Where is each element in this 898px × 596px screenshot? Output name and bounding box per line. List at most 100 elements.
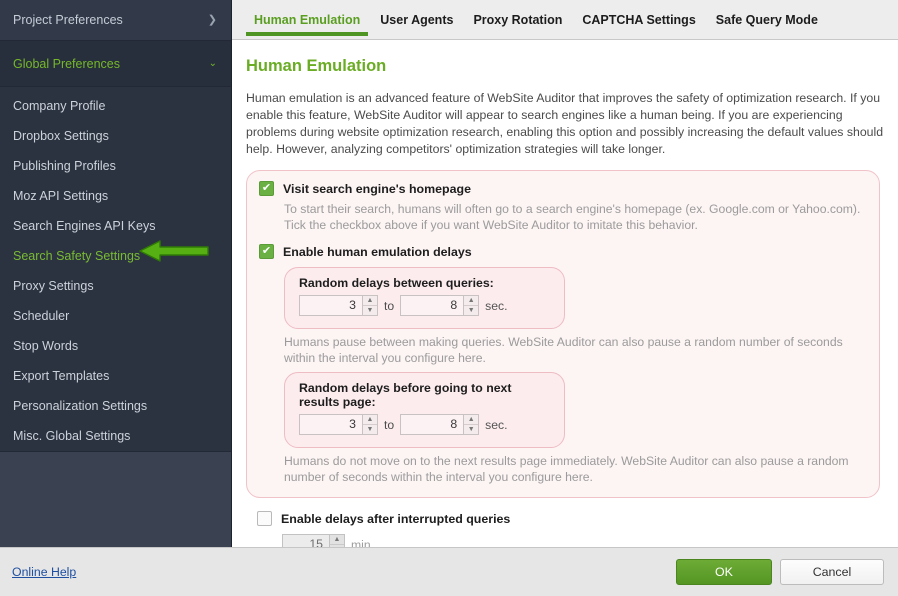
tab-label: Safe Query Mode xyxy=(715,13,818,27)
between-queries-range: ▲ ▼ to ▲ ▼ xyxy=(299,295,550,316)
sidebar-item-export-templates[interactable]: Export Templates xyxy=(0,361,231,391)
spin-up-icon[interactable]: ▲ xyxy=(363,415,377,425)
next-results-page-from-spin-buttons[interactable]: ▲ ▼ xyxy=(362,415,377,434)
visit-homepage-checkbox[interactable]: ✔ xyxy=(259,181,274,196)
sidebar-item-label: Scheduler xyxy=(13,309,70,323)
ok-button[interactable]: OK xyxy=(676,559,772,585)
between-queries-to-input[interactable] xyxy=(401,296,464,315)
sidebar-item-label: Publishing Profiles xyxy=(13,159,116,173)
visit-homepage-hint: To start their search, humans will often… xyxy=(284,202,861,232)
spin-up-icon[interactable]: ▲ xyxy=(464,415,479,425)
interrupted-queries-block: Enable delays after interrupted queries … xyxy=(246,511,884,547)
tab-safe-query-mode[interactable]: Safe Query Mode xyxy=(706,1,828,39)
preferences-dialog: Project Preferences ❯ Global Preferences… xyxy=(0,0,898,596)
next-results-page-to-spin-buttons[interactable]: ▲ ▼ xyxy=(463,415,479,435)
tab-label: CAPTCHA Settings xyxy=(582,13,696,27)
between-queries-label: Random delays between queries: xyxy=(299,276,494,290)
sidebar-section-global-preferences[interactable]: Global Preferences ⌄ xyxy=(0,41,231,87)
enable-delays-row[interactable]: ✔ Enable human emulation delays xyxy=(259,244,867,259)
sidebar-item-label: Personalization Settings xyxy=(13,399,148,413)
next-page-subgroup: Random delays before going to next resul… xyxy=(284,372,565,448)
tab-proxy-rotation[interactable]: Proxy Rotation xyxy=(463,1,572,39)
page-title: Human Emulation xyxy=(246,57,387,75)
next-results-page-to-word: to xyxy=(384,417,395,432)
interrupted-queries-row[interactable]: Enable delays after interrupted queries xyxy=(257,511,884,526)
enable-delays-label: Enable human emulation delays xyxy=(283,244,472,259)
spin-down-icon[interactable]: ▼ xyxy=(464,306,478,316)
sidebar-item-dropbox-settings[interactable]: Dropbox Settings xyxy=(0,121,231,151)
visit-homepage-row[interactable]: ✔ Visit search engine's homepage xyxy=(259,181,867,196)
check-icon: ✔ xyxy=(261,245,272,257)
between-queries-to-spin-buttons[interactable]: ▲ ▼ xyxy=(463,296,479,316)
spin-up-icon[interactable]: ▲ xyxy=(330,535,344,545)
sidebar-item-label: Stop Words xyxy=(13,339,79,353)
check-icon: ✔ xyxy=(261,182,272,194)
interrupted-queries-spin-buttons[interactable]: ▲ ▼ xyxy=(329,535,344,547)
between-queries-from-spin-buttons[interactable]: ▲ ▼ xyxy=(362,296,377,315)
sidebar-item-search-engines-api-keys[interactable]: Search Engines API Keys xyxy=(0,211,231,241)
online-help-link[interactable]: Online Help xyxy=(12,565,76,579)
sidebar-section-global-label: Global Preferences xyxy=(13,56,121,71)
tab-user-agents[interactable]: User Agents xyxy=(370,1,463,39)
visit-homepage-label: Visit search engine's homepage xyxy=(283,181,471,196)
sidebar-item-personalization-settings[interactable]: Personalization Settings xyxy=(0,391,231,421)
sidebar-item-proxy-settings[interactable]: Proxy Settings xyxy=(0,271,231,301)
spin-down-icon[interactable]: ▼ xyxy=(363,425,377,435)
between-queries-from-input[interactable] xyxy=(300,296,362,315)
tab-label: Human Emulation xyxy=(254,13,361,27)
human-emulation-group: ✔ Visit search engine's homepage To star… xyxy=(246,170,880,498)
sidebar-item-label: Dropbox Settings xyxy=(13,129,109,143)
tab-content: Human Emulation Human emulation is an ad… xyxy=(232,40,898,547)
dialog-footer: Online Help OK Cancel xyxy=(0,547,898,596)
interrupted-queries-input[interactable] xyxy=(283,535,329,547)
sidebar-section-project-preferences[interactable]: Project Preferences ❯ xyxy=(0,0,231,41)
chevron-right-icon: ❯ xyxy=(207,13,217,26)
spin-down-icon[interactable]: ▼ xyxy=(330,545,344,547)
next-results-page-from-input[interactable] xyxy=(300,415,362,434)
sidebar-section-project-label: Project Preferences xyxy=(13,13,123,27)
sidebar-item-label: Search Engines API Keys xyxy=(13,219,156,233)
sidebar-item-search-safety-settings[interactable]: Search Safety Settings xyxy=(0,241,231,271)
sidebar-item-label: Export Templates xyxy=(13,369,110,383)
sidebar-item-scheduler[interactable]: Scheduler xyxy=(0,301,231,331)
spin-down-icon[interactable]: ▼ xyxy=(464,425,478,435)
enable-delays-checkbox[interactable]: ✔ xyxy=(259,244,274,259)
tab-captcha-settings[interactable]: CAPTCHA Settings xyxy=(572,1,705,39)
next-results-page-to-stepper[interactable]: ▲ ▼ xyxy=(400,414,480,435)
next-results-page-range: ▲ ▼ to ▲ ▼ xyxy=(299,414,550,435)
sidebar-item-label: Company Profile xyxy=(13,99,106,113)
intro-paragraph: Human emulation is an advanced feature o… xyxy=(246,91,884,156)
interrupted-queries-label: Enable delays after interrupted queries xyxy=(281,511,511,526)
spin-up-icon[interactable]: ▲ xyxy=(464,296,479,306)
tab-human-emulation[interactable]: Human Emulation xyxy=(244,1,370,39)
sidebar-items: Company Profile Dropbox Settings Publish… xyxy=(0,87,231,451)
between-queries-unit: sec. xyxy=(485,298,508,313)
between-queries-from-stepper[interactable]: ▲ ▼ xyxy=(299,295,378,316)
interrupted-queries-delay-row: ▲ ▼ min. xyxy=(282,534,884,547)
tab-label: Proxy Rotation xyxy=(473,13,563,27)
interrupted-queries-stepper[interactable]: ▲ ▼ xyxy=(282,534,345,547)
next-results-page-from-stepper[interactable]: ▲ ▼ xyxy=(299,414,378,435)
sidebar-item-publishing-profiles[interactable]: Publishing Profiles xyxy=(0,151,231,181)
sidebar-item-label: Misc. Global Settings xyxy=(13,429,131,443)
sidebar-item-stop-words[interactable]: Stop Words xyxy=(0,331,231,361)
cancel-button[interactable]: Cancel xyxy=(780,559,884,585)
sidebar-item-misc-global-settings[interactable]: Misc. Global Settings xyxy=(0,421,231,451)
chevron-down-icon: ⌄ xyxy=(208,57,217,69)
next-results-page-label: Random delays before going to next resul… xyxy=(299,381,512,409)
sidebar-item-label: Moz API Settings xyxy=(13,189,109,203)
between-queries-to-stepper[interactable]: ▲ ▼ xyxy=(400,295,480,316)
sidebar-item-company-profile[interactable]: Company Profile xyxy=(0,91,231,121)
tab-bar: Human Emulation User Agents Proxy Rotati… xyxy=(232,0,898,40)
spin-down-icon[interactable]: ▼ xyxy=(363,306,377,316)
sidebar-item-moz-api-settings[interactable]: Moz API Settings xyxy=(0,181,231,211)
delays-subgroup: Random delays between queries: ▲ ▼ to xyxy=(284,267,565,329)
sidebar-item-label: Search Safety Settings xyxy=(13,249,141,263)
next-results-page-to-input[interactable] xyxy=(401,415,464,434)
dialog-body: Project Preferences ❯ Global Preferences… xyxy=(0,0,898,547)
tab-label: User Agents xyxy=(380,13,454,27)
interrupted-queries-checkbox[interactable] xyxy=(257,511,272,526)
spin-up-icon[interactable]: ▲ xyxy=(363,296,377,306)
main-panel: Human Emulation User Agents Proxy Rotati… xyxy=(232,0,898,547)
next-results-page-unit: sec. xyxy=(485,417,508,432)
